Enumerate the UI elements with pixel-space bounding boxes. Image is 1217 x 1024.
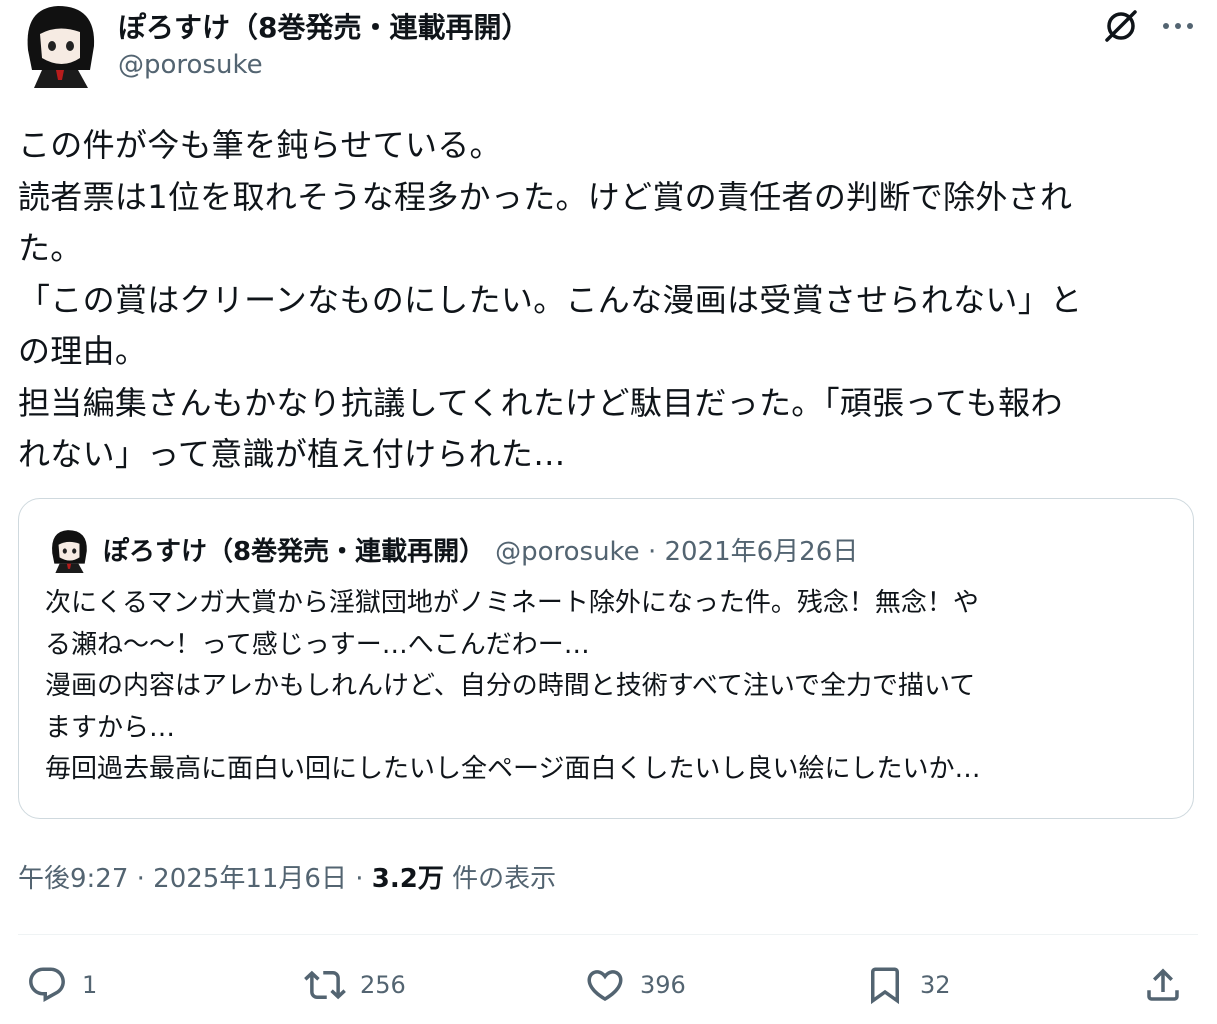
tweet-header: ぽろすけ（8巻発売・連載再開） @porosuke bbox=[18, 0, 1198, 100]
retweet-button[interactable]: 256 bbox=[304, 962, 406, 1008]
divider bbox=[18, 934, 1198, 935]
views-label: 件の表示 bbox=[443, 864, 557, 894]
quoted-text: 次にくるマンガ大賞から淫獄団地がノミネート除外になった件。残念！無念！や る瀬ね… bbox=[45, 588, 981, 784]
timestamp[interactable]: 午後9:27 · 2025年11月6日 · bbox=[18, 864, 372, 894]
reply-count: 1 bbox=[82, 971, 98, 999]
bookmark-count: 32 bbox=[920, 971, 951, 999]
share-icon bbox=[1147, 968, 1179, 1001]
tweet-meta: 午後9:27 · 2025年11月6日 · 3.2万 件の表示 bbox=[18, 858, 556, 895]
bookmark-icon bbox=[871, 967, 899, 1005]
like-count: 396 bbox=[640, 971, 686, 999]
author-display-name[interactable]: ぽろすけ（8巻発売・連載再開） bbox=[118, 6, 529, 46]
retweet-icon bbox=[304, 970, 346, 1000]
quoted-header: ぽろすけ（8巻発売・連載再開） @porosuke · 2021年6月26日 bbox=[103, 531, 858, 568]
heart-icon bbox=[587, 970, 623, 1002]
quoted-display-name: ぽろすけ（8巻発売・連載再開） bbox=[103, 537, 486, 567]
bookmark-button[interactable]: 32 bbox=[864, 962, 951, 1008]
quoted-tweet[interactable]: ぽろすけ（8巻発売・連載再開） @porosuke · 2021年6月26日 次に… bbox=[18, 498, 1194, 819]
share-button[interactable] bbox=[1142, 962, 1184, 1008]
more-icon[interactable] bbox=[1158, 8, 1198, 44]
like-button[interactable]: 396 bbox=[584, 962, 686, 1008]
quoted-avatar bbox=[47, 528, 91, 573]
avatar[interactable] bbox=[18, 0, 102, 88]
grok-icon[interactable] bbox=[1101, 6, 1141, 46]
reply-button[interactable]: 1 bbox=[26, 962, 97, 1008]
retweet-count: 256 bbox=[360, 971, 406, 999]
views-count: 3.2万 bbox=[371, 864, 444, 894]
author-handle[interactable]: @porosuke bbox=[118, 50, 263, 80]
reply-icon bbox=[29, 967, 65, 1002]
tweet-text: この件が今も筆を鈍らせている。 読者票は1位を取れそうな程多かった。けど賞の責任… bbox=[18, 126, 1083, 473]
quoted-meta: @porosuke · 2021年6月26日 bbox=[495, 537, 859, 567]
